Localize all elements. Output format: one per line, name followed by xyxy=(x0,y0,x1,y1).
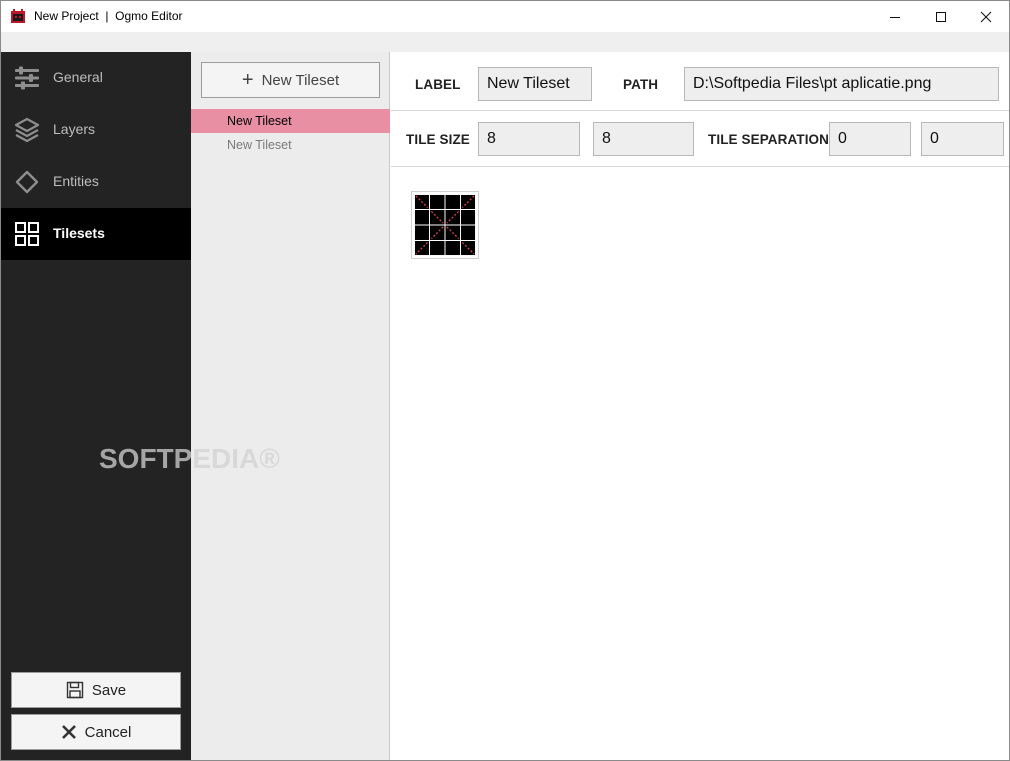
tileset-item-label: New Tileset xyxy=(227,138,292,152)
tileset-list-panel: + New Tileset New Tileset New Tileset xyxy=(191,52,390,760)
tile-separation-y-field[interactable]: 0 xyxy=(921,122,1004,156)
save-icon xyxy=(66,681,84,699)
sidebar-item-label: Layers xyxy=(53,121,96,137)
sidebar-item-general[interactable]: General xyxy=(1,52,191,104)
tileset-list-item[interactable]: New Tileset xyxy=(191,109,390,133)
new-tileset-label: New Tileset xyxy=(261,71,340,89)
ogmo-app-icon xyxy=(11,9,25,23)
sidebar-item-label: General xyxy=(53,69,103,85)
tileset-item-label: New Tileset xyxy=(227,114,292,128)
grid-icon xyxy=(15,222,39,246)
close-x-icon xyxy=(61,724,77,740)
sidebar-item-label: Entities xyxy=(53,173,99,189)
diamond-icon xyxy=(15,170,39,194)
path-title: PATH xyxy=(623,77,659,92)
tile-separation-title: TILE SEPARATION xyxy=(708,132,830,147)
tileset-image-preview[interactable] xyxy=(411,191,479,259)
cancel-button[interactable]: Cancel xyxy=(11,714,181,750)
maximize-button[interactable] xyxy=(918,1,964,32)
tile-size-y-field[interactable]: 8 xyxy=(593,122,694,156)
tileset-list-item[interactable]: New Tileset xyxy=(191,133,390,157)
ogmo-editor-window: New Project | Ogmo Editor General Layers… xyxy=(0,0,1010,761)
tile-size-row: TILE SIZE 8 8 TILE SEPARATION 0 0 xyxy=(391,111,1009,167)
cancel-label: Cancel xyxy=(84,723,132,741)
plus-icon: + xyxy=(241,69,254,91)
save-label: Save xyxy=(91,681,127,699)
sidebar-item-layers[interactable]: Layers xyxy=(1,104,191,156)
toolbar-strip xyxy=(1,32,1009,52)
tile-separation-x-field[interactable]: 0 xyxy=(829,122,911,156)
sidebar-item-entities[interactable]: Entities xyxy=(1,156,191,208)
new-tileset-button[interactable]: + New Tileset xyxy=(201,62,380,98)
minimize-icon xyxy=(890,16,900,18)
path-field[interactable]: D:\Softpedia Files\pt aplicatie.png xyxy=(684,67,999,101)
minimize-button[interactable] xyxy=(872,1,918,32)
sidebar: General Layers Entities Tilesets Save Ca… xyxy=(1,52,191,760)
label-path-row: LABEL New Tileset PATH D:\Softpedia File… xyxy=(391,52,1009,111)
maximize-icon xyxy=(936,11,946,22)
window-title: New Project | Ogmo Editor xyxy=(34,9,183,23)
tile-size-x-field[interactable]: 8 xyxy=(478,122,580,156)
tileset-editor: LABEL New Tileset PATH D:\Softpedia File… xyxy=(391,52,1009,760)
tileset-preview-image xyxy=(414,194,476,256)
close-icon xyxy=(980,11,992,22)
close-button[interactable] xyxy=(963,1,1009,32)
layers-icon xyxy=(14,117,40,143)
sidebar-item-tilesets[interactable]: Tilesets xyxy=(1,208,191,260)
label-field[interactable]: New Tileset xyxy=(478,67,592,101)
save-button[interactable]: Save xyxy=(11,672,181,708)
sidebar-item-label: Tilesets xyxy=(53,225,105,241)
title-bar: New Project | Ogmo Editor xyxy=(1,1,1009,32)
sliders-icon xyxy=(15,66,39,90)
tile-size-title: TILE SIZE xyxy=(406,132,470,147)
label-title: LABEL xyxy=(415,77,461,92)
softpedia-watermark: SOFTPEDIA® xyxy=(99,443,280,474)
